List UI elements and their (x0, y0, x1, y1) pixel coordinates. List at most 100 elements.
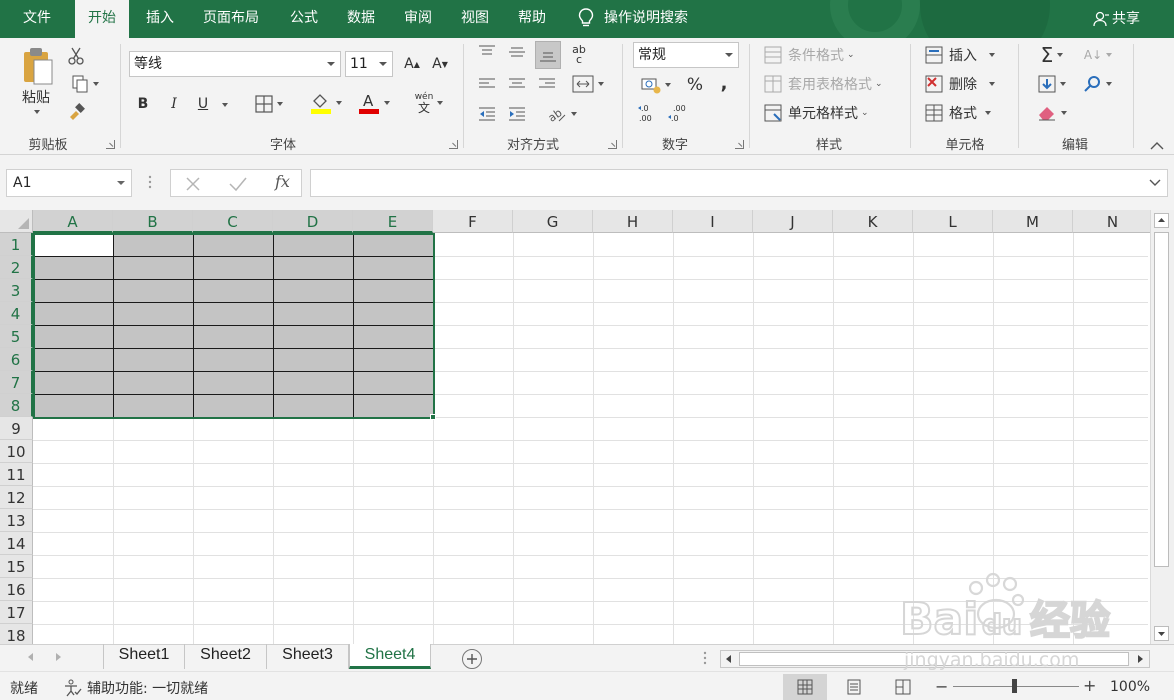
italic-button[interactable]: I (164, 93, 184, 115)
insert-cells-button[interactable]: 插入 (925, 44, 1005, 66)
accessibility-checker[interactable]: 辅助功能: 一切就绪 (63, 678, 208, 698)
row-header-18[interactable]: 18 (0, 624, 33, 644)
clipboard-dialog-launcher[interactable] (106, 140, 115, 149)
zoom-slider-thumb[interactable] (1012, 679, 1017, 693)
wrap-text-button[interactable]: ab c (566, 42, 592, 68)
align-right-button[interactable] (536, 74, 558, 94)
column-header-b[interactable]: B (113, 210, 193, 233)
align-left-button[interactable] (476, 74, 498, 94)
percent-style-button[interactable]: % (684, 74, 706, 96)
scroll-down-button[interactable] (1154, 626, 1169, 641)
paste-button[interactable]: 粘贴 (16, 88, 56, 106)
increase-indent-button[interactable] (506, 104, 528, 124)
comma-style-button[interactable]: , (714, 72, 734, 94)
formula-bar-grip-icon[interactable] (148, 175, 152, 189)
align-bottom-button[interactable] (535, 41, 561, 69)
row-header-11[interactable]: 11 (0, 463, 33, 486)
row-header-6[interactable]: 6 (0, 348, 33, 371)
sheet-tab-4[interactable]: Sheet4 (349, 644, 431, 669)
borders-button[interactable] (249, 93, 289, 115)
cell-styles-button[interactable]: 单元格样式 ⌄ (764, 102, 884, 124)
tab-insert[interactable]: 插入 (134, 0, 186, 38)
tab-page-layout[interactable]: 页面布局 (191, 0, 271, 38)
zoom-out-button[interactable]: − (935, 677, 948, 696)
row-header-5[interactable]: 5 (0, 325, 33, 348)
row-header-8[interactable]: 8 (0, 394, 33, 417)
column-header-i[interactable]: I (673, 210, 753, 233)
alignment-dialog-launcher[interactable] (608, 140, 617, 149)
phonetic-guide-button[interactable]: wén 文 (408, 90, 450, 116)
row-header-10[interactable]: 10 (0, 440, 33, 463)
column-header-a[interactable]: A (33, 210, 113, 233)
row-header-7[interactable]: 7 (0, 371, 33, 394)
vertical-scroll-thumb[interactable] (1154, 232, 1169, 567)
next-sheet-icon[interactable] (56, 653, 61, 661)
merge-center-button[interactable] (566, 72, 610, 96)
row-header-14[interactable]: 14 (0, 532, 33, 555)
row-header-12[interactable]: 12 (0, 486, 33, 509)
column-header-j[interactable]: J (753, 210, 833, 233)
increase-font-size-button[interactable]: A ▲ (402, 54, 422, 74)
decrease-indent-button[interactable] (476, 104, 498, 124)
worksheet-grid[interactable]: ABCDEFGHIJKLMN 1 2 3 4 5 6 7 8 9 10 11 12 13 14 15 16 17… (0, 210, 1174, 644)
row-header-16[interactable]: 16 (0, 578, 33, 601)
insert-function-button[interactable]: fx (275, 172, 290, 191)
sheet-tab-2[interactable]: Sheet2 (185, 644, 267, 669)
decrease-font-size-button[interactable]: A ▼ (430, 54, 450, 74)
accounting-format-button[interactable] (636, 74, 676, 96)
previous-sheet-icon[interactable] (28, 653, 33, 661)
row-header-1[interactable]: 1 (0, 233, 33, 256)
confirm-entry-icon[interactable] (229, 176, 247, 192)
column-header-c[interactable]: C (193, 210, 273, 233)
font-size-select[interactable]: 11 (345, 51, 393, 77)
name-box[interactable]: A1 (6, 169, 132, 197)
normal-view-button[interactable] (783, 674, 827, 700)
fill-handle[interactable] (430, 414, 436, 420)
column-header-f[interactable]: F (433, 210, 513, 233)
cancel-entry-icon[interactable] (185, 176, 201, 192)
row-header-17[interactable]: 17 (0, 601, 33, 624)
tab-home[interactable]: 开始 (75, 0, 129, 38)
number-dialog-launcher[interactable] (735, 140, 744, 149)
row-header-3[interactable]: 3 (0, 279, 33, 302)
find-select-button[interactable] (1078, 73, 1118, 95)
format-cells-button[interactable]: 格式 (925, 102, 1005, 124)
paste-icon[interactable] (14, 44, 58, 92)
vertical-scrollbar[interactable] (1150, 210, 1174, 644)
bold-button[interactable]: B (133, 93, 153, 115)
tab-view[interactable]: 视图 (449, 0, 501, 38)
column-header-h[interactable]: H (593, 210, 673, 233)
fill-button[interactable] (1032, 73, 1072, 95)
column-header-n[interactable]: N (1073, 210, 1153, 233)
orientation-button[interactable]: ab (542, 102, 582, 126)
underline-dropdown-caret[interactable] (219, 100, 231, 110)
formula-input[interactable] (310, 169, 1168, 197)
conditional-formatting-button[interactable]: 条件格式 ⌄ (764, 44, 864, 66)
underline-button[interactable]: U (193, 93, 213, 115)
align-center-button[interactable] (506, 74, 528, 94)
page-layout-view-button[interactable] (832, 674, 876, 700)
row-header-13[interactable]: 13 (0, 509, 33, 532)
horizontal-scroll-thumb[interactable] (739, 652, 1129, 666)
autosum-button[interactable]: Σ (1032, 43, 1072, 67)
clear-button[interactable] (1032, 102, 1072, 124)
share-button[interactable]: 共享 (1093, 0, 1140, 38)
tell-me-search[interactable]: 操作说明搜索 (578, 0, 688, 38)
scroll-left-icon[interactable] (724, 654, 734, 664)
format-painter-icon[interactable] (66, 102, 88, 122)
tab-review[interactable]: 审阅 (392, 0, 444, 38)
row-header-4[interactable]: 4 (0, 302, 33, 325)
tab-file[interactable]: 文件 (10, 0, 64, 38)
tab-help[interactable]: 帮助 (506, 0, 558, 38)
column-header-e[interactable]: E (353, 210, 433, 233)
decrease-decimal-button[interactable]: .00.0 (666, 102, 690, 124)
delete-cells-button[interactable]: 删除 (925, 73, 1005, 95)
copy-icon[interactable] (66, 74, 104, 94)
align-middle-button[interactable] (506, 42, 528, 62)
align-top-button[interactable] (476, 42, 498, 62)
column-header-d[interactable]: D (273, 210, 353, 233)
font-name-select[interactable]: 等线 (129, 51, 341, 77)
scroll-right-icon[interactable] (1135, 654, 1145, 664)
zoom-in-button[interactable]: + (1083, 676, 1096, 695)
font-dialog-launcher[interactable] (449, 140, 458, 149)
